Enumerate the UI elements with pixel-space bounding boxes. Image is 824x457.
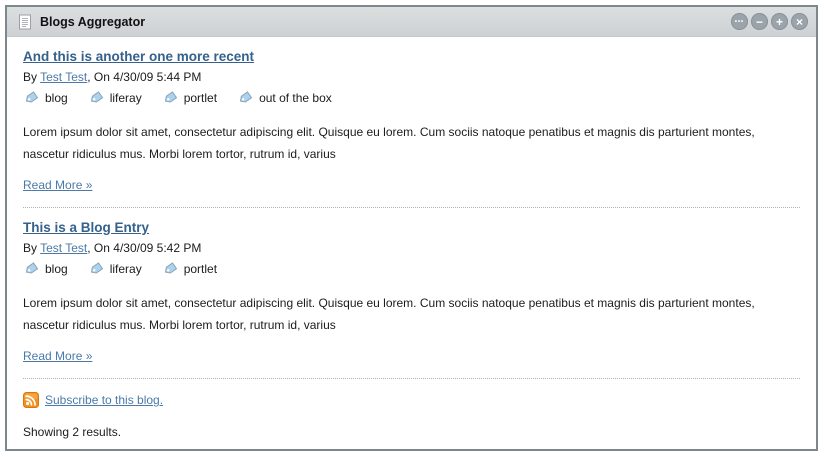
blog-entry: And this is another one more recent By T… [23, 37, 800, 207]
tag-label: liferay [110, 91, 142, 105]
blog-entry: This is a Blog Entry By Test Test, On 4/… [23, 208, 800, 378]
tag-icon [23, 90, 39, 106]
portlet-controls: ••• − + × [731, 13, 808, 30]
tag-icon [237, 90, 253, 106]
entry-body-text: Lorem ipsum dolor sit amet, consectetur … [23, 121, 800, 165]
tag-label: portlet [184, 262, 217, 276]
entry-tags: blog liferay portlet [23, 90, 800, 106]
options-icon[interactable]: ••• [731, 13, 748, 30]
entry-body-text: Lorem ipsum dolor sit amet, consectetur … [23, 292, 800, 336]
minimize-icon[interactable]: − [751, 13, 768, 30]
read-more-link[interactable]: Read More » [23, 349, 92, 363]
tag-out-of-the-box[interactable]: out of the box [237, 90, 332, 106]
portlet-title: Blogs Aggregator [40, 15, 145, 29]
tag-icon [88, 90, 104, 106]
entry-title-link[interactable]: And this is another one more recent [23, 49, 254, 64]
byline-by: By [23, 70, 40, 84]
tag-icon [23, 261, 39, 277]
author-link[interactable]: Test Test [40, 70, 87, 84]
tag-portlet[interactable]: portlet [162, 90, 217, 106]
maximize-icon[interactable]: + [771, 13, 788, 30]
rss-icon[interactable] [23, 392, 39, 408]
tag-icon [162, 90, 178, 106]
page: Blogs Aggregator ••• − + × And this is a… [0, 0, 824, 457]
tag-label: blog [45, 262, 68, 276]
tag-icon [88, 261, 104, 277]
subscribe-row: Subscribe to this blog. [23, 392, 800, 408]
byline-posted: , On 4/30/09 5:44 PM [87, 70, 201, 84]
entry-byline: By Test Test, On 4/30/09 5:42 PM [23, 241, 800, 255]
document-icon [17, 14, 33, 30]
portlet-footer: Subscribe to this blog. Showing 2 result… [23, 379, 800, 439]
byline-by: By [23, 241, 40, 255]
results-count: Showing 2 results. [23, 425, 800, 439]
blogs-aggregator-portlet: Blogs Aggregator ••• − + × And this is a… [5, 5, 818, 451]
subscribe-link[interactable]: Subscribe to this blog. [45, 393, 163, 407]
entry-tags: blog liferay portlet [23, 261, 800, 277]
portlet-body: And this is another one more recent By T… [7, 37, 816, 449]
portlet-header: Blogs Aggregator ••• − + × [7, 7, 816, 37]
close-icon[interactable]: × [791, 13, 808, 30]
tag-label: out of the box [259, 91, 332, 105]
entry-byline: By Test Test, On 4/30/09 5:44 PM [23, 70, 800, 84]
tag-label: liferay [110, 262, 142, 276]
tag-icon [162, 261, 178, 277]
tag-blog[interactable]: blog [23, 90, 68, 106]
tag-portlet[interactable]: portlet [162, 261, 217, 277]
tag-liferay[interactable]: liferay [88, 261, 142, 277]
entry-title-link[interactable]: This is a Blog Entry [23, 220, 149, 235]
tag-label: blog [45, 91, 68, 105]
read-more-link[interactable]: Read More » [23, 178, 92, 192]
tag-liferay[interactable]: liferay [88, 90, 142, 106]
tag-label: portlet [184, 91, 217, 105]
tag-blog[interactable]: blog [23, 261, 68, 277]
byline-posted: , On 4/30/09 5:42 PM [87, 241, 201, 255]
author-link[interactable]: Test Test [40, 241, 87, 255]
